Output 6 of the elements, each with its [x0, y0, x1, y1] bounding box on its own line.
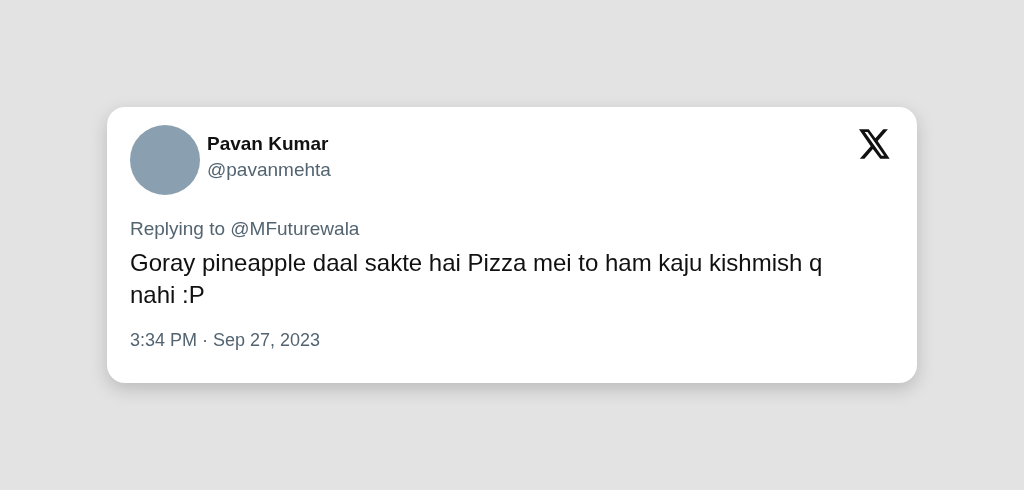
author-handle: @pavanmehta — [207, 158, 331, 182]
tweet-timestamp: 3:34 PM · Sep 27, 2023 — [130, 329, 322, 352]
author-name: Pavan Kumar — [207, 132, 330, 156]
x-logo-icon — [859, 129, 891, 159]
replying-to-text: Replying to @MFuturewala — [130, 217, 361, 241]
tweet-text: Goray pineapple daal sakte hai Pizza mei to ham kaju kishmish q nahi :P — [130, 248, 824, 310]
